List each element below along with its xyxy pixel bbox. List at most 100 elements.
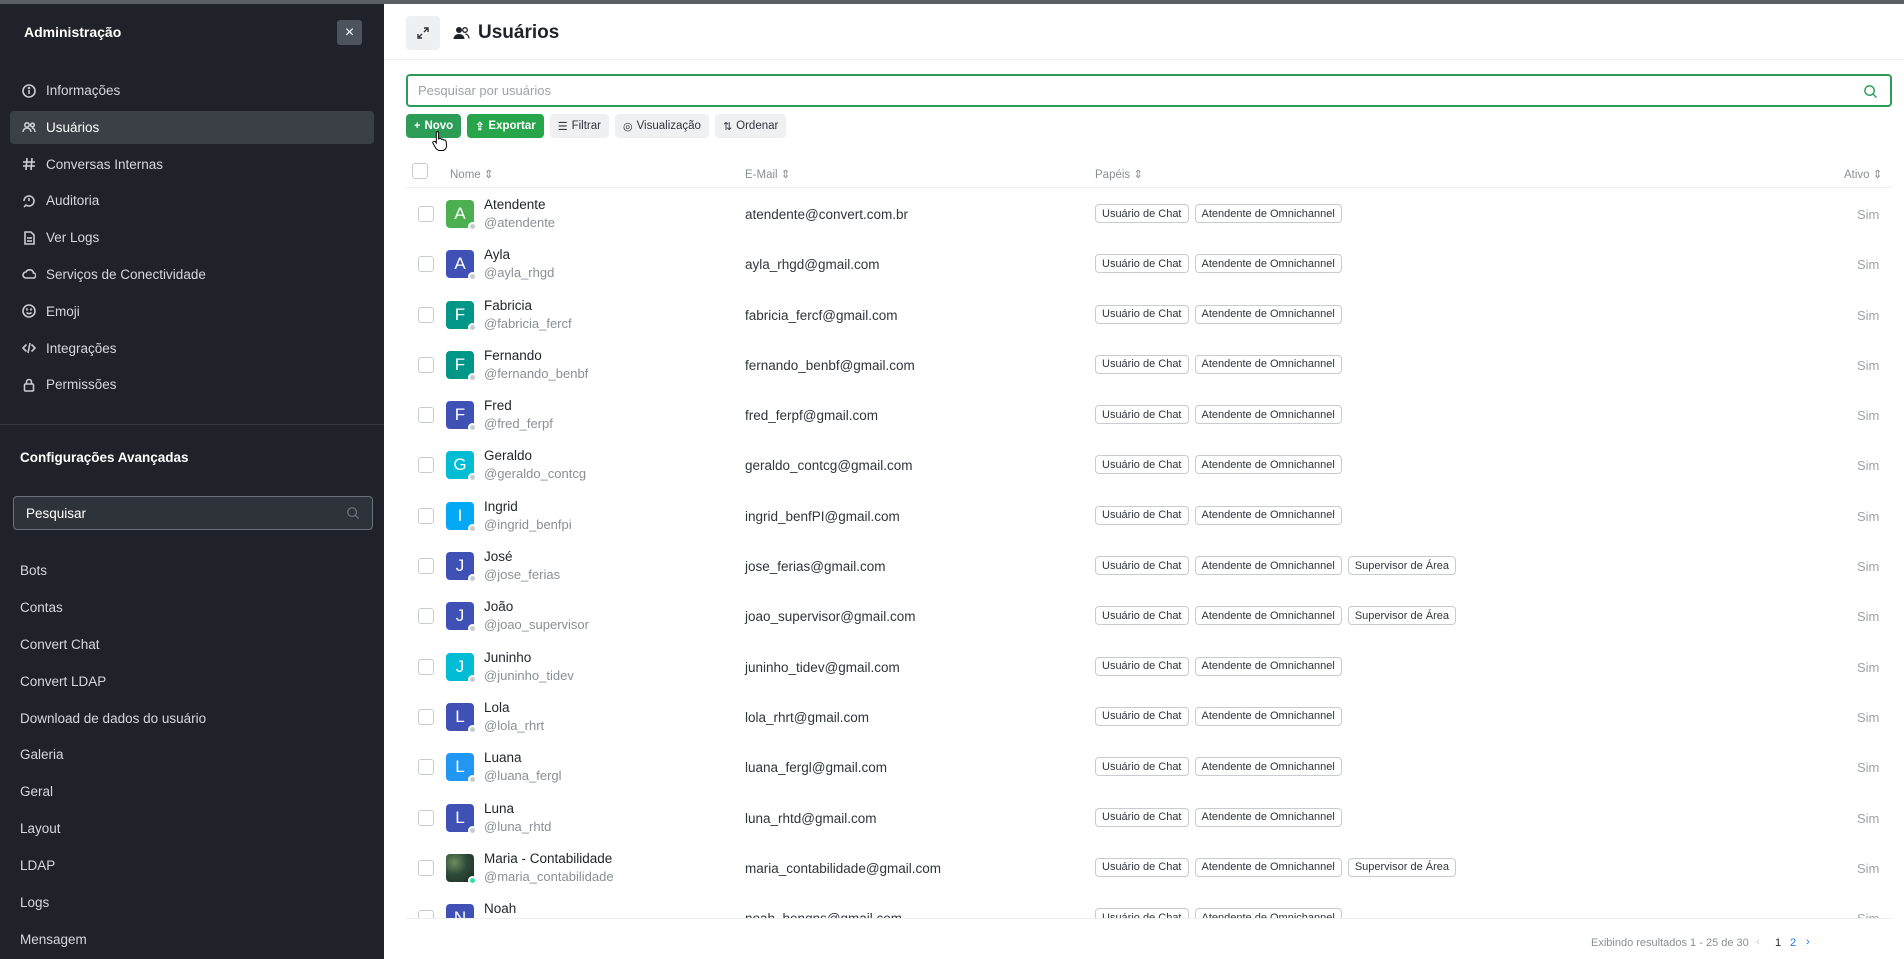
table-row[interactable]: NNoah@noah_bengnsnoah_bengns@gmail.comUs… xyxy=(406,893,1892,918)
user-name: Luana xyxy=(484,750,522,766)
row-checkbox[interactable] xyxy=(418,356,434,373)
advanced-settings-item[interactable]: Geral xyxy=(20,773,360,810)
user-handle: @fernando_benbf xyxy=(484,365,589,381)
column-email-header[interactable]: E-Mail ⇕ xyxy=(745,167,790,181)
page-1-button[interactable]: 1 xyxy=(1775,937,1781,949)
sort-button[interactable]: ⇅ Ordenar xyxy=(714,114,787,138)
row-checkbox[interactable] xyxy=(418,256,434,273)
row-checkbox[interactable] xyxy=(418,859,434,876)
view-button[interactable]: ◎ Visualização xyxy=(614,114,709,138)
user-email: joao_supervisor@gmail.com xyxy=(745,609,916,625)
advanced-settings-item[interactable]: Bots xyxy=(20,552,360,589)
table-row[interactable]: L Lola @lola_rhrt lola_rhrt@gmail.com Usuári… xyxy=(406,692,1892,742)
column-active-header[interactable]: Ativo ⇕ xyxy=(1844,167,1882,181)
advanced-settings-item[interactable]: Contas xyxy=(20,589,360,626)
table-row[interactable]: G Geraldo @geraldo_contcg geraldo_contcg@gm… xyxy=(406,440,1892,490)
advanced-settings-item[interactable]: Mensagem xyxy=(20,921,360,958)
row-checkbox[interactable] xyxy=(418,558,434,575)
table-row[interactable]: L Luna @luna_rhtd luna_rhtd@gmail.com Usuári… xyxy=(406,793,1892,843)
select-all-checkbox[interactable] xyxy=(412,163,428,179)
advanced-settings-item[interactable]: Logs xyxy=(20,884,360,921)
expand-button[interactable] xyxy=(406,16,440,50)
lock-icon xyxy=(22,378,36,392)
status-indicator xyxy=(468,724,477,734)
table-row[interactable]: J Juninho @juninho_tidev juninho_tidev@gmai… xyxy=(406,642,1892,692)
table-row[interactable]: J José @jose_ferias jose_ferias@gmail.com Us… xyxy=(406,541,1892,591)
table-row[interactable]: A Ayla @ayla_rhgd ayla_rhgd@gmail.com Usuári… xyxy=(406,239,1892,289)
table-row[interactable]: J João @joao_supervisor joao_supervisor@gma… xyxy=(406,591,1892,641)
user-email: ayla_rhgd@gmail.com xyxy=(745,257,880,273)
view-button-label: Visualização xyxy=(636,120,701,132)
status-indicator xyxy=(468,875,477,885)
code-icon xyxy=(22,341,36,355)
sidebar-item-1[interactable]: Usuários xyxy=(10,110,374,144)
sidebar-item-2[interactable]: Conversas Internas xyxy=(10,148,374,181)
row-checkbox[interactable] xyxy=(418,306,434,323)
next-page-button[interactable]: › xyxy=(1806,936,1810,948)
role-tag: Usuário de Chat xyxy=(1095,304,1189,324)
row-checkbox[interactable] xyxy=(418,206,434,222)
sidebar-item-4[interactable]: Ver Logs xyxy=(10,221,374,254)
status-indicator xyxy=(468,222,477,231)
users-search-input[interactable] xyxy=(418,83,1818,98)
user-email: fabricia_fercf@gmail.com xyxy=(745,307,898,323)
cloud-icon xyxy=(22,267,36,281)
row-checkbox[interactable] xyxy=(418,457,434,474)
sort-icon: ⇕ xyxy=(1872,169,1883,181)
row-checkbox[interactable] xyxy=(418,708,434,725)
sidebar-item-5[interactable]: Serviços de Conectividade xyxy=(10,258,374,291)
user-name: Lola xyxy=(484,699,510,715)
advanced-settings-item[interactable]: Galeria xyxy=(20,736,360,773)
user-active-status: Sim xyxy=(1857,911,1879,918)
emoji-icon xyxy=(22,304,36,319)
role-tag: Atendente de Omnichannel xyxy=(1194,757,1342,777)
users-search-field[interactable] xyxy=(406,74,1892,107)
table-row[interactable]: F Fabricia @fabricia_fercf fabricia_fercf@g… xyxy=(406,290,1892,340)
row-checkbox[interactable] xyxy=(418,407,434,424)
user-name: Fabricia xyxy=(484,297,533,313)
user-active-status: Sim xyxy=(1857,357,1880,373)
sidebar-item-3[interactable]: Auditoria xyxy=(10,184,374,217)
page-header: Usuários xyxy=(384,4,1904,60)
sidebar-item-6[interactable]: Emoji xyxy=(10,295,374,328)
status-indicator xyxy=(468,423,477,433)
advanced-settings-item[interactable]: Convert Chat xyxy=(20,626,360,663)
row-checkbox[interactable] xyxy=(418,759,434,776)
sidebar-item-7[interactable]: Integrações xyxy=(10,332,374,365)
user-handle: @fred_ferpf xyxy=(484,416,553,432)
row-checkbox[interactable] xyxy=(418,910,434,918)
column-name-label: Nome xyxy=(450,169,481,181)
row-checkbox[interactable] xyxy=(418,809,434,826)
advanced-settings-item[interactable]: LDAP xyxy=(20,847,360,884)
row-checkbox[interactable] xyxy=(418,608,434,625)
table-row[interactable]: Maria - Contabilidade @maria_contabilidad… xyxy=(406,843,1892,893)
sidebar-item-label: Usuários xyxy=(46,119,100,135)
column-name-header[interactable]: Nome ⇕ xyxy=(450,167,494,181)
export-button[interactable]: ⇪ Exportar xyxy=(467,114,544,138)
sidebar-item-8[interactable]: Permissões xyxy=(10,368,374,401)
user-active-status: Sim xyxy=(1857,709,1880,725)
table-row[interactable]: L Luana @luana_fergl luana_fergl@gmail.com U… xyxy=(406,742,1892,792)
row-checkbox[interactable] xyxy=(418,658,434,675)
sidebar-item-label: Ver Logs xyxy=(46,230,100,246)
close-icon[interactable]: × xyxy=(337,20,362,45)
user-email: jose_ferias@gmail.com xyxy=(745,559,886,575)
sidebar-search-input[interactable]: Pesquisar xyxy=(13,496,373,530)
table-row[interactable]: I Ingrid @ingrid_benfpi ingrid_benfPI@gmail… xyxy=(406,491,1892,541)
advanced-settings-title: Configurações Avançadas xyxy=(20,450,189,465)
advanced-settings-item[interactable]: Download de dados do usuário xyxy=(20,700,360,737)
advanced-settings-item[interactable]: Convert LDAP xyxy=(20,663,360,700)
table-row[interactable]: A Atendente @atendente atendente@convert.co… xyxy=(406,189,1892,239)
page-2-button[interactable]: 2 xyxy=(1790,937,1796,949)
user-active-status: Sim xyxy=(1857,810,1880,826)
column-roles-header[interactable]: Papéis ⇕ xyxy=(1095,167,1143,181)
prev-page-button[interactable]: ‹ xyxy=(1756,936,1760,948)
sort-button-label: Ordenar xyxy=(736,120,779,132)
table-row[interactable]: F Fred @fred_ferpf fred_ferpf@gmail.com Usuá… xyxy=(406,390,1892,440)
sidebar-item-0[interactable]: Informações xyxy=(10,74,374,107)
role-tag: Atendente de Omnichannel xyxy=(1194,505,1342,525)
table-row[interactable]: F Fernando @fernando_benbf fernando_benbf@g… xyxy=(406,340,1892,390)
advanced-settings-item[interactable]: Layout xyxy=(20,810,360,847)
row-checkbox[interactable] xyxy=(418,507,434,524)
filter-button[interactable]: ☰ Filtrar xyxy=(549,114,609,138)
